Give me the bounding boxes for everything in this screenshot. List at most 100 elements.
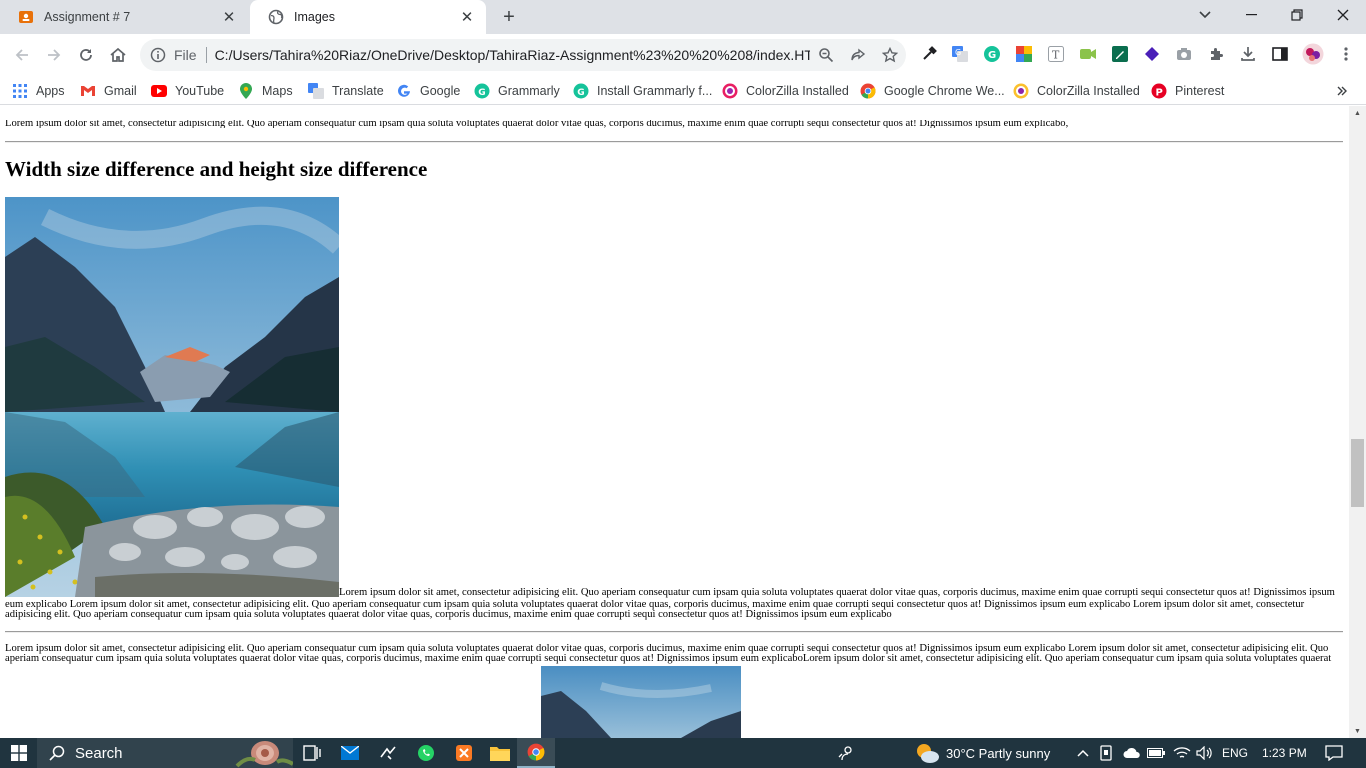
wifi-icon[interactable]: [1173, 738, 1191, 768]
minimize-icon[interactable]: [1228, 0, 1274, 30]
weather-text[interactable]: 30°C Partly sunny: [946, 738, 1050, 768]
tablet-pen-icon[interactable]: [1100, 738, 1114, 768]
bookmark-star-icon[interactable]: [874, 43, 906, 67]
pen-extension-icon[interactable]: [1111, 45, 1129, 63]
tab-strip: Assignment # 7 ✕ Images ✕ +: [0, 0, 1366, 34]
bookmark-label: Google: [420, 84, 461, 98]
xampp-icon[interactable]: [445, 738, 483, 768]
bookmark-chrome-web-store[interactable]: Google Chrome We...: [860, 81, 1005, 101]
side-panel-icon[interactable]: [1271, 45, 1289, 63]
close-icon[interactable]: ✕: [220, 8, 238, 26]
notification-center-icon[interactable]: [1325, 738, 1343, 768]
page-viewport[interactable]: Lorem ipsum dolor sit amet, consectetur …: [0, 106, 1349, 738]
people-icon[interactable]: [827, 738, 865, 768]
tab-title: Images: [294, 10, 335, 24]
onedrive-cloud-icon[interactable]: [1123, 738, 1141, 768]
battery-icon[interactable]: [1147, 738, 1165, 768]
lake-mountain-image-small: [541, 666, 741, 738]
whatsapp-icon[interactable]: [407, 738, 445, 768]
bookmark-apps[interactable]: Apps: [12, 81, 65, 101]
profile-avatar[interactable]: [1302, 43, 1324, 65]
sync-arrows-icon[interactable]: [369, 738, 407, 768]
eyedropper-icon[interactable]: [920, 45, 938, 63]
new-tab-button[interactable]: +: [498, 6, 520, 28]
grammarly-icon: G: [573, 83, 589, 99]
bookmark-youtube[interactable]: YouTube: [151, 81, 224, 101]
bookmark-label: Gmail: [104, 84, 137, 98]
bookmark-colorzilla[interactable]: ColorZilla Installed: [722, 81, 849, 101]
window-close-icon[interactable]: [1320, 0, 1366, 30]
mail-icon[interactable]: [331, 738, 369, 768]
grammarly-ext-icon[interactable]: G: [983, 45, 1001, 63]
svg-text:G: G: [577, 88, 584, 98]
language-indicator[interactable]: ENG: [1222, 738, 1248, 768]
tab-images[interactable]: Images ✕: [250, 0, 486, 34]
windows-start-icon[interactable]: [0, 738, 37, 768]
chrome-icon: [860, 83, 876, 99]
bookmark-colorzilla-2[interactable]: ColorZilla Installed: [1013, 81, 1140, 101]
bookmark-label: Install Grammarly f...: [597, 84, 713, 98]
chrome-taskbar-icon[interactable]: [517, 738, 555, 768]
top-paragraph: Lorem ipsum dolor sit amet, consectetur …: [5, 120, 1069, 129]
more-menu-icon[interactable]: [1337, 45, 1355, 63]
file-explorer-icon[interactable]: [481, 738, 519, 768]
home-icon[interactable]: [106, 43, 130, 67]
reload-icon[interactable]: [74, 43, 98, 67]
color-palette-icon[interactable]: [1015, 45, 1033, 63]
speaker-icon[interactable]: [1196, 738, 1214, 768]
google-icon: [396, 83, 412, 99]
bookmark-maps[interactable]: Maps: [238, 81, 293, 101]
share-icon[interactable]: [842, 43, 874, 67]
bookmark-gmail[interactable]: Gmail: [80, 81, 137, 101]
cube-extension-icon[interactable]: [1143, 45, 1161, 63]
meet-icon[interactable]: [1079, 45, 1097, 63]
info-icon[interactable]: [150, 47, 166, 63]
bookmark-label: Apps: [36, 84, 65, 98]
bookmark-pinterest[interactable]: P Pinterest: [1151, 81, 1224, 101]
tray-chevron-up-icon[interactable]: [1077, 738, 1089, 768]
bookmark-grammarly[interactable]: G Grammarly: [474, 81, 560, 101]
search-label: Search: [75, 744, 123, 762]
extensions-puzzle-icon[interactable]: [1207, 45, 1225, 63]
lower-paragraph-line2: aperiam consequatur cum ipsam quia solut…: [5, 654, 1332, 664]
svg-text:G: G: [988, 50, 996, 61]
google-translate-icon[interactable]: G: [951, 45, 969, 63]
font-t-icon[interactable]: T: [1047, 45, 1065, 63]
colorzilla-icon: [722, 83, 738, 99]
svg-text:P: P: [1156, 88, 1163, 99]
bookmarks-overflow-icon[interactable]: [1337, 81, 1347, 101]
bookmark-label: Google Chrome We...: [884, 84, 1005, 98]
pinterest-icon: P: [1151, 83, 1167, 99]
task-view-icon[interactable]: [293, 738, 331, 768]
windows-taskbar: Search 30°C Partly sunny ENG 1:23 PM: [0, 738, 1366, 768]
zoom-icon[interactable]: [810, 43, 842, 67]
taskbar-search-box[interactable]: Search: [37, 738, 293, 768]
tab-search-chevron-icon[interactable]: [1182, 0, 1228, 30]
lake-mountain-image: [5, 197, 339, 597]
scrollbar-thumb[interactable]: [1351, 439, 1364, 507]
vertical-scrollbar[interactable]: ▲ ▼: [1349, 106, 1366, 738]
close-icon[interactable]: ✕: [458, 8, 476, 26]
search-highlight-flower-icon: [235, 738, 293, 768]
svg-text:G: G: [955, 48, 961, 57]
restore-icon[interactable]: [1274, 0, 1320, 30]
bookmark-label: Maps: [262, 84, 293, 98]
bookmark-translate[interactable]: Translate: [308, 81, 384, 101]
back-icon[interactable]: [10, 43, 34, 67]
scroll-down-arrow-icon[interactable]: ▼: [1349, 724, 1366, 738]
address-bar[interactable]: File C:/Users/Tahira%20Riaz/OneDrive/Des…: [140, 39, 906, 71]
camera-icon[interactable]: [1175, 45, 1193, 63]
weather-partly-sunny-icon[interactable]: [908, 738, 946, 768]
svg-text:T: T: [1052, 49, 1060, 62]
tab-assignment[interactable]: Assignment # 7 ✕: [0, 0, 248, 34]
url-divider: [205, 47, 207, 63]
scroll-up-arrow-icon[interactable]: ▲: [1349, 106, 1366, 120]
bookmark-google[interactable]: Google: [396, 81, 460, 101]
clock-time[interactable]: 1:23 PM: [1262, 738, 1307, 768]
bookmark-install-grammarly[interactable]: G Install Grammarly f...: [573, 81, 712, 101]
forward-icon[interactable]: [42, 43, 66, 67]
download-icon[interactable]: [1239, 45, 1257, 63]
gmail-icon: [80, 83, 96, 99]
maps-icon: [238, 83, 254, 99]
url-text[interactable]: C:/Users/Tahira%20Riaz/OneDrive/Desktop/…: [215, 47, 810, 63]
